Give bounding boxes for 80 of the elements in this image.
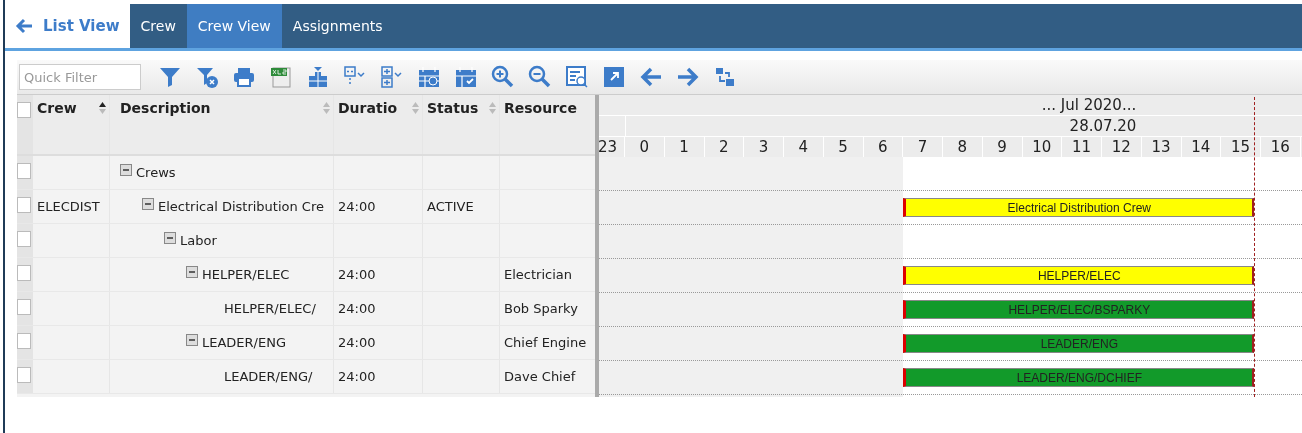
hour-label: 2 [719, 138, 729, 156]
gantt-bar[interactable]: HELPER/ELEC/BSPARKY [903, 300, 1255, 319]
hour-label: 13 [1151, 138, 1171, 156]
table-cell: LEADER/ENG [202, 335, 286, 350]
table-cell: Electrical Distribution Cre [158, 199, 324, 214]
sort-icon[interactable] [99, 102, 106, 114]
collapse-icon[interactable] [186, 333, 198, 346]
row-checkbox[interactable] [17, 231, 31, 247]
column-header[interactable]: Description [110, 95, 334, 154]
hour-label: 4 [798, 138, 809, 156]
back-arrow-icon [15, 18, 33, 34]
table-cell: 24:00 [338, 267, 376, 282]
hour-label: 16 [1270, 138, 1290, 156]
table-cell: HELPER/ELEC [202, 267, 290, 282]
column-header[interactable]: Resource [500, 95, 595, 154]
table-cell: Dave Chief [504, 369, 576, 384]
tab[interactable]: Assignments [281, 4, 394, 48]
table-cell: Electrician [504, 267, 572, 282]
hour-label: 6 [878, 138, 888, 156]
collapse-icon[interactable] [142, 197, 154, 210]
gantt-bar[interactable]: Electrical Distribution Crew [903, 198, 1255, 217]
table-cell: ACTIVE [427, 199, 474, 214]
expand-rows-icon[interactable] [379, 65, 404, 89]
select-all-checkbox[interactable] [17, 102, 31, 118]
month-label: ... Jul 2020... [1041, 96, 1137, 114]
row-checkbox[interactable] [17, 367, 31, 383]
table-cell: LEADER/ENG/ [224, 369, 313, 384]
tab[interactable]: Crew [129, 4, 187, 48]
row-checkbox[interactable] [17, 265, 31, 281]
hour-label: 23 [599, 138, 618, 156]
gantt-bar[interactable]: HELPER/ELEC [903, 266, 1255, 285]
zoom-out-icon[interactable] [527, 65, 552, 89]
back-button[interactable]: List View [5, 4, 130, 48]
column-header[interactable]: Duratio [334, 95, 423, 154]
arrow-left-icon[interactable] [638, 65, 663, 89]
table-cell: 24:00 [338, 301, 376, 316]
hour-label: 14 [1191, 138, 1211, 156]
zoom-in-icon[interactable] [490, 65, 515, 89]
gantt-bar[interactable]: LEADER/ENG/DCHIEF [903, 368, 1255, 387]
table-cell: Bob Sparky [504, 301, 578, 316]
table-cell: HELPER/ELEC/ [224, 301, 316, 316]
table-cell: Chief Engine [504, 335, 587, 350]
table-cell: Crews [136, 165, 176, 180]
row-checkbox[interactable] [17, 163, 31, 179]
calendar-target-icon[interactable] [416, 65, 441, 89]
table-cell: 24:00 [338, 369, 376, 384]
spreadsheet-export-icon[interactable] [268, 65, 293, 89]
column-header[interactable]: Status [423, 95, 500, 154]
table-cell: 24:00 [338, 335, 376, 350]
filter-icon[interactable] [157, 65, 182, 89]
hour-label: 5 [838, 138, 848, 156]
collapse-icon[interactable] [120, 163, 132, 176]
hour-label: 11 [1072, 138, 1092, 156]
hour-label: 10 [1032, 138, 1052, 156]
collapse-icon[interactable] [186, 265, 198, 278]
hour-label: 0 [639, 138, 650, 156]
open-external-icon[interactable] [601, 65, 626, 89]
hour-label: 1 [679, 138, 689, 156]
row-checkbox[interactable] [17, 197, 31, 213]
table-cell: ELECDIST [37, 199, 100, 214]
hour-label: 3 [758, 138, 769, 156]
table-cell: Labor [180, 233, 217, 248]
date-label: 28.07.20 [1069, 117, 1137, 135]
hour-label: 9 [997, 138, 1007, 156]
print-icon[interactable] [231, 65, 256, 89]
gantt-bar[interactable]: LEADER/ENG [903, 334, 1255, 353]
arrow-right-icon[interactable] [675, 65, 700, 89]
hour-label: 12 [1111, 138, 1131, 156]
collapse-icon[interactable] [164, 231, 176, 244]
zoom-to-fit-icon[interactable] [564, 65, 589, 89]
column-header[interactable]: Crew [33, 95, 110, 154]
calendar-check-icon[interactable] [453, 65, 478, 89]
hour-label: 15 [1231, 138, 1251, 156]
row-checkbox[interactable] [17, 333, 31, 349]
hour-label: 7 [917, 138, 928, 156]
quick-filter-field[interactable]: Quick Filter [19, 64, 141, 90]
row-checkbox[interactable] [17, 299, 31, 315]
hour-label: 8 [957, 138, 968, 156]
table-cell: 24:00 [338, 199, 376, 214]
tab[interactable]: Crew View [186, 4, 282, 48]
